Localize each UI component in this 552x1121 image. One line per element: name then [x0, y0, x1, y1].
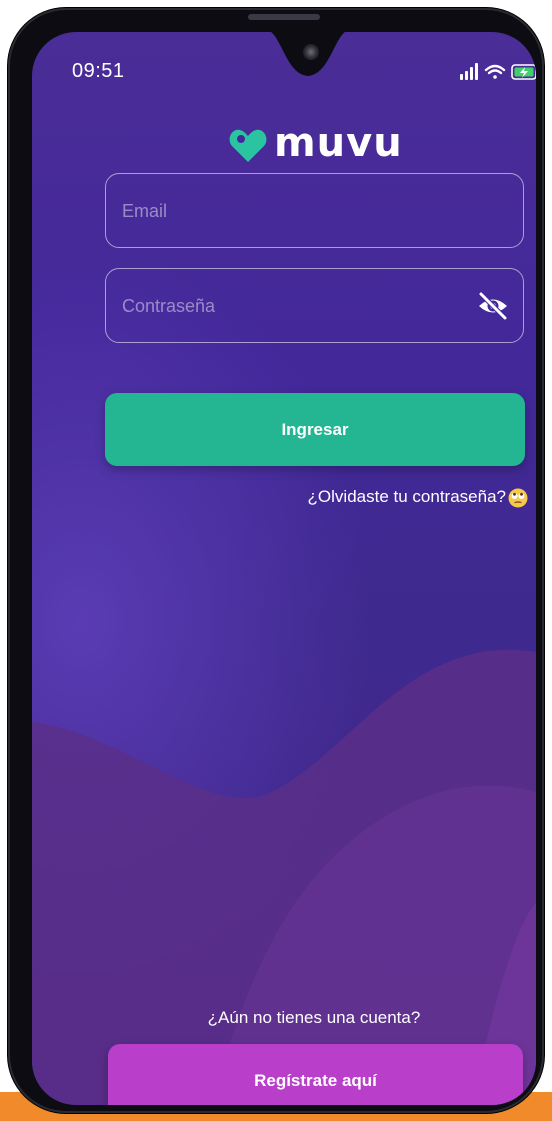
password-field[interactable]: [105, 268, 524, 343]
eye-off-icon[interactable]: [476, 291, 510, 321]
battery-charging-icon: [511, 64, 536, 80]
rolling-eyes-emoji: [508, 488, 528, 508]
status-time: 09:51: [72, 60, 125, 82]
login-button[interactable]: Ingresar: [105, 393, 525, 466]
forgot-password-link[interactable]: ¿Olvidaste tu contraseña?: [272, 487, 528, 508]
heart-tag-icon: [229, 129, 267, 162]
email-field[interactable]: [105, 173, 524, 248]
brand-logo: muvu: [229, 120, 402, 174]
app-screen: 09:51 muvu Email Ingresar ¿Olvidaste tu …: [32, 32, 536, 1105]
brand-name: muvu: [274, 120, 403, 166]
register-button[interactable]: Regístrate aquí: [108, 1044, 523, 1105]
device-mockup: 09:51 muvu Email Ingresar ¿Olvidaste tu …: [0, 0, 552, 1121]
password-input[interactable]: [120, 269, 454, 343]
no-account-prompt: ¿Aún no tienes una cuenta?: [207, 1008, 421, 1027]
wifi-icon: [484, 64, 506, 79]
forgot-password-label: ¿Olvidaste tu contraseña?: [307, 487, 506, 506]
front-camera: [303, 44, 319, 60]
status-icons: [460, 62, 536, 82]
signal-icon: [460, 63, 478, 80]
phone-frame: 09:51 muvu Email Ingresar ¿Olvidaste tu …: [8, 8, 544, 1113]
phone-speaker: [248, 14, 320, 20]
email-input[interactable]: [120, 174, 454, 248]
